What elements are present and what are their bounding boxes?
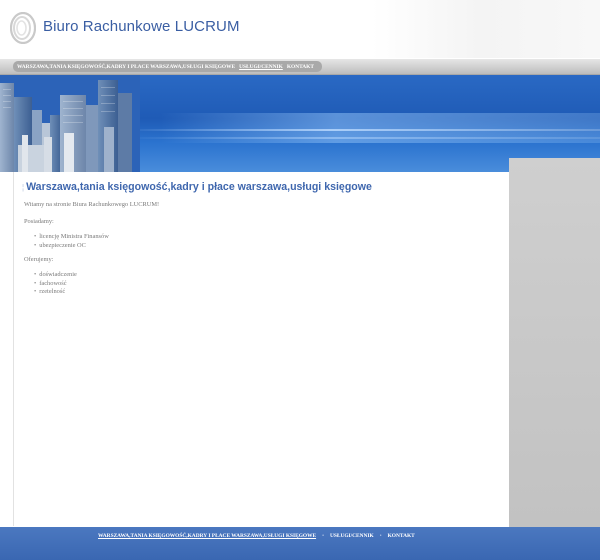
top-nav-home-link[interactable]: WARSZAWA,TANIA KSIĘGOWOŚĆ,KADRY I PŁACE … <box>17 64 235 70</box>
top-nav-menu: WARSZAWA,TANIA KSIĘGOWOŚĆ,KADRY I PŁACE … <box>13 61 322 72</box>
site-footer: WARSZAWA,TANIA KSIĘGOWOŚĆ,KADRY I PŁACE … <box>0 527 600 560</box>
skyscrapers-image <box>0 75 140 172</box>
top-nav-bar: WARSZAWA,TANIA KSIĘGOWOŚĆ,KADRY I PŁACE … <box>0 59 600 75</box>
section-label-oferujemy: Oferujemy: <box>24 256 54 263</box>
site-title[interactable]: Biuro Rachunkowe LUCRUM <box>43 18 240 35</box>
intro-text: Witamy na stronie Biura Rachunkowego LUC… <box>24 201 160 208</box>
footer-separator: • <box>379 533 382 539</box>
top-nav-services-link[interactable]: USŁUGI/CENNIK <box>239 64 283 70</box>
lucrum-logo-icon <box>10 12 36 44</box>
footer-nav: WARSZAWA,TANIA KSIĘGOWOŚĆ,KADRY I PŁACE … <box>98 533 415 539</box>
site-header: Biuro Rachunkowe LUCRUM <box>0 0 600 58</box>
list-item: doświadczenie <box>34 271 77 280</box>
top-nav-contact-link[interactable]: KONTAKT <box>287 64 314 70</box>
list-item: ubezpieczenie OC <box>34 242 109 251</box>
list-item: rzetelność <box>34 288 77 297</box>
right-gray-column <box>509 158 600 528</box>
footer-services-link[interactable]: USŁUGI/CENNIK <box>330 533 374 539</box>
page-title: ¦ Warszawa,tania księgowość,kadry i płace… <box>22 181 372 193</box>
footer-contact-link[interactable]: KONTAKT <box>388 533 415 539</box>
posiadamy-list: licencję Ministra Finansów ubezpieczenie… <box>34 233 109 250</box>
oferujemy-list: doświadczenie fachowość rzetelność <box>34 271 77 297</box>
footer-separator: • <box>322 533 324 539</box>
section-label-posiadamy: Posiadamy: <box>24 218 54 225</box>
list-item: fachowość <box>34 280 77 289</box>
footer-home-link[interactable]: WARSZAWA,TANIA KSIĘGOWOŚĆ,KADRY I PŁACE … <box>98 533 316 539</box>
page-title-text: Warszawa,tania księgowość,kadry i płace … <box>26 181 372 193</box>
main-content: ¦ Warszawa,tania księgowość,kadry i płace… <box>13 172 509 526</box>
title-bullet: ¦ <box>22 183 25 192</box>
list-item: licencję Ministra Finansów <box>34 233 109 242</box>
